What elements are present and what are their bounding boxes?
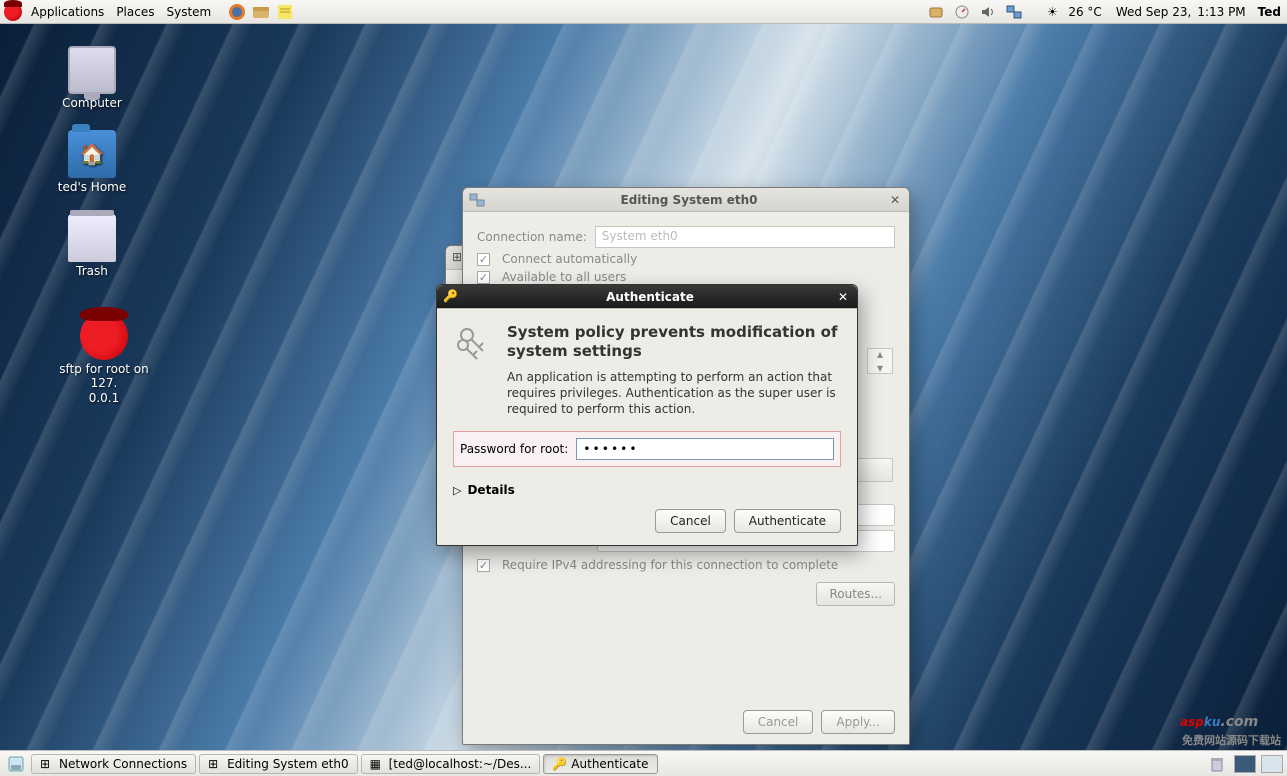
spinner-control[interactable]: ▴▾ <box>867 348 893 374</box>
conn-name-label: Connection name: <box>477 230 587 244</box>
desktop-trash[interactable]: Trash <box>44 214 140 278</box>
desktop-computer[interactable]: Computer <box>44 46 140 110</box>
bottom-panel: ⊞Network Connections ⊞Editing System eth… <box>0 750 1287 776</box>
key-icon: 🔑 <box>552 757 566 771</box>
update-icon[interactable] <box>927 3 945 21</box>
password-label: Password for root: <box>460 442 568 456</box>
routes-button[interactable]: Routes... <box>816 582 895 606</box>
desktop-home-label: ted's Home <box>44 180 140 194</box>
connect-auto-label: Connect automatically <box>502 252 637 266</box>
network-icon: ⊞ <box>208 757 222 771</box>
terminal-icon: ▦ <box>370 757 384 771</box>
editing-title: Editing System eth0 <box>491 193 887 207</box>
desktop-sftp[interactable]: sftp for root on 127. 0.0.1 <box>44 312 164 405</box>
workspace-1[interactable] <box>1234 755 1256 773</box>
require-ipv4-checkbox[interactable] <box>477 559 490 572</box>
auth-heading: System policy prevents modification of s… <box>507 323 841 361</box>
require-ipv4-label: Require IPv4 addressing for this connect… <box>502 558 838 572</box>
note-icon[interactable] <box>276 3 294 21</box>
task-authenticate[interactable]: 🔑Authenticate <box>543 754 657 774</box>
watermark: aspku.com 免费网站源码下载站 <box>1180 706 1281 748</box>
edit-apply-button[interactable]: Apply... <box>821 710 895 734</box>
panel-time[interactable]: 1:13 PM <box>1195 5 1247 19</box>
desktop-trash-label: Trash <box>44 264 140 278</box>
show-desktop-icon[interactable] <box>7 755 25 773</box>
workspace-2[interactable] <box>1261 755 1283 773</box>
task-terminal[interactable]: ▦[ted@localhost:~/Des... <box>361 754 541 774</box>
editing-titlebar[interactable]: Editing System eth0 ✕ <box>463 188 909 212</box>
menu-places[interactable]: Places <box>110 3 160 21</box>
key-icon-small: 🔑 <box>443 289 459 305</box>
details-label: Details <box>467 483 514 497</box>
weather-icon[interactable]: ☀ <box>1043 3 1061 21</box>
distro-logo-icon[interactable] <box>4 3 22 21</box>
keys-icon <box>453 323 495 365</box>
network-applet-icon[interactable] <box>1005 3 1023 21</box>
top-panel: Applications Places System ☀ 26 °C Wed S… <box>0 0 1287 24</box>
avail-all-checkbox[interactable] <box>477 271 490 284</box>
avail-all-label: Available to all users <box>502 270 626 284</box>
desktop-home[interactable]: ted's Home <box>44 130 140 194</box>
password-input[interactable] <box>576 438 834 460</box>
auth-cancel-button[interactable]: Cancel <box>655 509 726 533</box>
drawer-icon[interactable] <box>252 3 270 21</box>
desktop-sftp-label: sftp for root on 127. 0.0.1 <box>44 362 164 405</box>
auth-message: An application is attempting to perform … <box>507 369 841 418</box>
connect-auto-checkbox[interactable] <box>477 253 490 266</box>
volume-icon[interactable] <box>979 3 997 21</box>
panel-temperature[interactable]: 26 °C <box>1066 5 1103 19</box>
network-icon <box>469 192 485 208</box>
panel-date[interactable]: Wed Sep 23, <box>1114 5 1194 19</box>
authenticate-dialog: 🔑 Authenticate ✕ System policy prevents … <box>436 284 858 546</box>
panel-user[interactable]: Ted <box>1256 5 1283 19</box>
firefox-icon[interactable] <box>228 3 246 21</box>
auth-close-button[interactable]: ✕ <box>835 289 851 305</box>
details-triangle-icon <box>453 483 461 497</box>
menu-system[interactable]: System <box>160 3 217 21</box>
edit-cancel-button[interactable]: Cancel <box>743 710 814 734</box>
task-network-connections[interactable]: ⊞Network Connections <box>31 754 196 774</box>
auth-title: Authenticate <box>465 290 835 304</box>
redhat-icon <box>80 312 128 360</box>
trash-icon <box>68 214 116 262</box>
details-expander[interactable]: Details <box>453 483 841 497</box>
auth-authenticate-button[interactable]: Authenticate <box>734 509 841 533</box>
auth-titlebar[interactable]: 🔑 Authenticate ✕ <box>437 285 857 309</box>
computer-icon <box>68 46 116 94</box>
editing-close-button[interactable]: ✕ <box>887 192 903 208</box>
home-folder-icon <box>68 130 116 178</box>
trash-panel-icon[interactable] <box>1208 755 1226 773</box>
conn-name-field[interactable]: System eth0 <box>595 226 895 248</box>
gauge-icon[interactable] <box>953 3 971 21</box>
menu-applications[interactable]: Applications <box>25 3 110 21</box>
task-editing-eth0[interactable]: ⊞Editing System eth0 <box>199 754 358 774</box>
network-icon: ⊞ <box>40 757 54 771</box>
